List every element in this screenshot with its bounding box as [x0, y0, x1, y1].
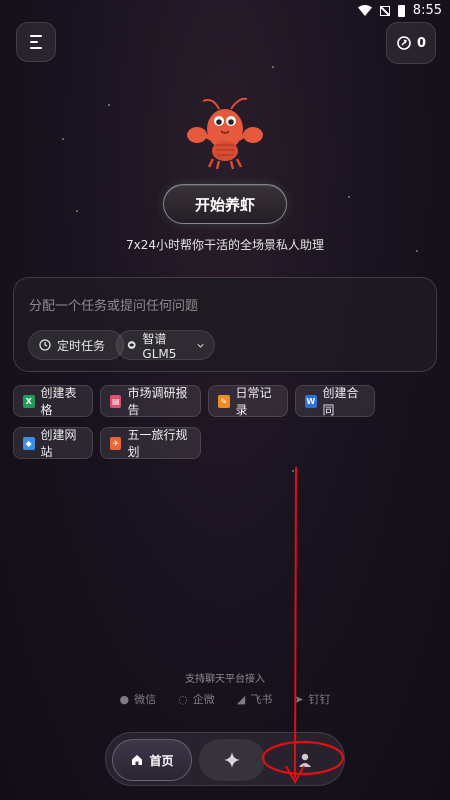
task-input[interactable]: 分配一个任务或提问任何问题 [29, 295, 198, 314]
platform-label: 微信 [134, 693, 157, 706]
platform-label: 飞书 [250, 693, 273, 706]
tagline: 7x24小时帮你干活的全场景私人助理 [125, 238, 324, 252]
menu-button[interactable] [16, 22, 56, 62]
credits-count: 0 [416, 35, 427, 51]
quick-action-create-table[interactable]: X 创建表格 [13, 385, 93, 417]
platform-wecom: ◌ 企微 [178, 691, 215, 707]
nav-home-label: 首页 [149, 753, 174, 768]
note-icon: ✎ [218, 394, 230, 408]
wechat-icon: ● [119, 692, 130, 706]
report-icon: ▤ [110, 394, 122, 408]
model-label: 智谱 GLM5 [142, 331, 177, 361]
user-icon [299, 753, 311, 767]
quick-action-label: 创建表格 [40, 386, 77, 417]
bottom-navigation: 首页 [105, 732, 345, 786]
quick-action-create-contract[interactable]: W 创建合同 [295, 385, 375, 417]
dingtalk-icon: ➤ [294, 692, 304, 706]
status-bar: 8:55 [0, 0, 450, 22]
credits-button[interactable]: 0 [386, 22, 436, 64]
credits-icon [397, 36, 411, 50]
quick-action-label: 创建合同 [322, 386, 359, 417]
nav-ai-tab[interactable] [199, 739, 265, 781]
quick-action-create-website[interactable]: ◆ 创建网站 [13, 427, 93, 459]
quick-action-market-report[interactable]: ▤ 市场调研报告 [100, 385, 201, 417]
menu-icon [30, 35, 42, 49]
scheduled-task-chip[interactable]: 定时任务 [28, 330, 124, 360]
platform-dingtalk: ➤ 钉钉 [294, 691, 330, 707]
platform-label: 钉钉 [308, 693, 331, 706]
glm-logo-icon [127, 341, 136, 349]
sparkle-icon [224, 752, 240, 768]
model-select-chip[interactable]: 智谱 GLM5 [116, 330, 215, 361]
quick-action-label: 市场调研报告 [127, 386, 188, 417]
platform-wechat: ● 微信 [120, 691, 157, 707]
status-time: 8:55 [412, 3, 442, 18]
spreadsheet-icon: X [23, 394, 35, 408]
wecom-icon: ◌ [178, 692, 188, 706]
nav-home-tab[interactable]: 首页 [112, 739, 192, 781]
quick-action-label: 创建网站 [40, 428, 77, 459]
website-icon: ◆ [23, 436, 35, 450]
wifi-icon [357, 5, 372, 16]
home-icon [132, 755, 143, 765]
quick-action-label: 五一旅行规划 [127, 428, 188, 459]
quick-action-daily-log[interactable]: ✎ 日常记录 [208, 385, 288, 417]
platform-support-title: 支持聊天平台接入 [185, 674, 265, 685]
platform-feishu: ◢ 飞书 [237, 691, 272, 707]
start-raising-button[interactable]: 开始养虾 [163, 184, 287, 224]
task-input-card[interactable]: 分配一个任务或提问任何问题 定时任务 智谱 GLM5 [13, 277, 437, 372]
scheduled-task-label: 定时任务 [57, 338, 106, 353]
chevron-down-icon [197, 343, 204, 348]
no-sim-icon [379, 5, 390, 16]
feishu-icon: ◢ [236, 692, 246, 706]
word-doc-icon: W [305, 394, 317, 408]
quick-action-label: 日常记录 [235, 386, 272, 417]
platform-label: 企微 [192, 693, 215, 706]
clock-icon [39, 339, 51, 351]
lobster-mascot-image [187, 97, 263, 170]
platform-list: ● 微信 ◌ 企微 ◢ 飞书 ➤ 钉钉 [0, 691, 450, 707]
nav-profile-tab[interactable] [272, 739, 338, 781]
quick-action-travel-plan[interactable]: ✈ 五一旅行规划 [100, 427, 201, 459]
travel-icon: ✈ [110, 436, 122, 450]
battery-icon [397, 4, 405, 17]
